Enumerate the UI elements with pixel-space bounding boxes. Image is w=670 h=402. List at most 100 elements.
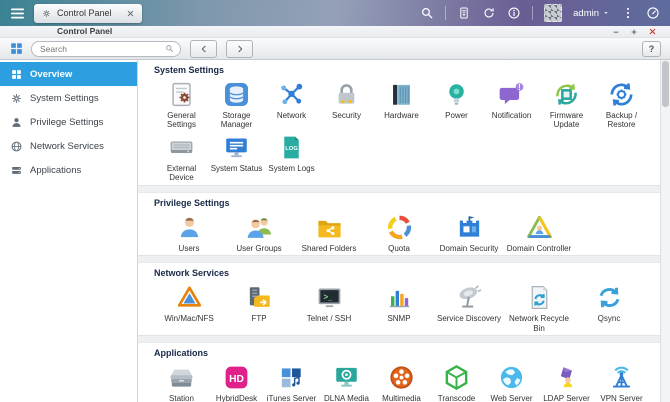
scrollbar-thumb[interactable]: [662, 61, 669, 107]
app-item-general-settings[interactable]: General Settings: [154, 79, 209, 130]
app-item-notification[interactable]: !Notification: [484, 79, 539, 130]
close-window-icon[interactable]: [648, 27, 657, 36]
privilege-settings-icon: [10, 116, 23, 129]
main-area: OverviewSystem SettingsPrivilege Setting…: [0, 60, 670, 402]
app-item-backup-restore[interactable]: Backup / Restore: [594, 79, 649, 130]
app-item-label: Security: [319, 111, 374, 120]
app-item-label: Shared Folders: [294, 244, 364, 253]
user-menu[interactable]: admin: [573, 8, 610, 19]
ftp-icon: [224, 282, 294, 313]
app-item-label: Telnet / SSH: [294, 314, 364, 323]
app-item-label: LDAP Server: [539, 394, 594, 402]
section-divider: [138, 185, 670, 193]
app-item-system-status[interactable]: System Status: [209, 132, 264, 183]
search-magnifier-icon: [165, 44, 174, 53]
app-item-label: iTunes Server: [264, 394, 319, 402]
app-item-label: Qsync: [574, 314, 644, 323]
app-item-label: Service Discovery: [434, 314, 504, 323]
app-item-system-logs[interactable]: LOG System Logs: [264, 132, 319, 183]
section-title: Privilege Settings: [154, 198, 664, 208]
app-item-station-manager[interactable]: Station Manager: [154, 362, 209, 402]
app-item-label: Storage Manager: [209, 111, 264, 130]
app-item-label: Firmware Update: [539, 111, 594, 130]
users-icon: [154, 212, 224, 243]
content-sections: System Settings General SettingsStorage M…: [138, 60, 670, 402]
app-item-vpn-server[interactable]: VPN Server: [594, 362, 649, 402]
app-item-snmp[interactable]: SNMP: [364, 282, 434, 333]
section-title: System Settings: [154, 65, 664, 75]
hybriddesk-station-icon: HD: [209, 362, 264, 393]
app-item-itunes-server[interactable]: iTunes Server: [264, 362, 319, 402]
main-menu-icon[interactable]: [9, 5, 26, 22]
app-item-dlna-media-server[interactable]: DLNA Media Server: [319, 362, 374, 402]
notifications-icon[interactable]: [482, 6, 496, 20]
app-item-firmware-update[interactable]: Firmware Update: [539, 79, 594, 130]
app-item-network-recycle-bin[interactable]: Network Recycle Bin: [504, 282, 574, 333]
sidebar-item-network-services[interactable]: Network Services: [0, 134, 137, 158]
tab-control-panel[interactable]: Control Panel: [34, 4, 142, 23]
minimize-icon[interactable]: [612, 28, 620, 36]
tab-close-icon[interactable]: [126, 9, 135, 18]
app-item-security[interactable]: Security: [319, 79, 374, 130]
dashboard-icon[interactable]: [646, 6, 660, 20]
help-button[interactable]: ?: [642, 41, 661, 57]
app-item-label: Multimedia Management: [374, 394, 429, 402]
app-item-multimedia-management[interactable]: Multimedia Management: [374, 362, 429, 402]
itunes-server-icon: [264, 362, 319, 393]
sidebar-item-overview[interactable]: Overview: [0, 62, 137, 86]
sidebar-item-privilege-settings[interactable]: Privilege Settings: [0, 110, 137, 134]
section-privilege-settings: Privilege Settings UsersUser GroupsShared…: [138, 193, 670, 255]
app-item-user-groups[interactable]: User Groups: [224, 212, 294, 253]
sidebar-item-system-settings[interactable]: System Settings: [0, 86, 137, 110]
search-icon[interactable]: [420, 6, 434, 20]
svg-text:LOG: LOG: [285, 146, 298, 152]
shared-folders-icon: [294, 212, 364, 243]
sidebar-item-label: Network Services: [30, 141, 104, 152]
app-item-domain-controller[interactable]: Domain Controller: [504, 212, 574, 253]
user-groups-icon: [224, 212, 294, 243]
firmware-update-icon: [539, 79, 594, 110]
app-item-quota[interactable]: Quota: [364, 212, 434, 253]
background-tasks-icon[interactable]: [457, 6, 471, 20]
back-button[interactable]: [190, 40, 217, 58]
view-mode-button[interactable]: [9, 41, 24, 56]
avatar[interactable]: [544, 4, 562, 22]
app-item-label: User Groups: [224, 244, 294, 253]
search-input[interactable]: [38, 43, 165, 55]
more-menu-icon[interactable]: [621, 6, 635, 20]
app-item-domain-security[interactable]: Domain Security: [434, 212, 504, 253]
app-item-label: System Logs: [264, 164, 319, 173]
app-item-telnet-ssh[interactable]: >_Telnet / SSH: [294, 282, 364, 333]
app-item-win-mac-nfs[interactable]: Win/Mac/NFS: [154, 282, 224, 333]
overview-icon: [10, 68, 23, 81]
app-item-users[interactable]: Users: [154, 212, 224, 253]
sidebar-item-applications[interactable]: Applications: [0, 158, 137, 182]
sidebar-item-label: Privilege Settings: [30, 117, 103, 128]
app-item-label: VPN Server: [594, 394, 649, 402]
app-item-web-server[interactable]: Web Server: [484, 362, 539, 402]
app-item-storage-manager[interactable]: Storage Manager: [209, 79, 264, 130]
app-item-service-discovery[interactable]: Service Discovery: [434, 282, 504, 333]
forward-button[interactable]: [226, 40, 253, 58]
search-box[interactable]: [31, 41, 181, 57]
app-item-power[interactable]: Power: [429, 79, 484, 130]
app-item-transcode-management[interactable]: Transcode Management: [429, 362, 484, 402]
scrollbar[interactable]: [660, 60, 670, 402]
app-item-hybriddesk-station[interactable]: HDHybridDesk Station: [209, 362, 264, 402]
app-item-external-device[interactable]: External Device: [154, 132, 209, 183]
app-item-shared-folders[interactable]: Shared Folders: [294, 212, 364, 253]
app-item-ftp[interactable]: FTP: [224, 282, 294, 333]
window-title: Control Panel: [57, 27, 112, 36]
app-item-qsync[interactable]: Qsync: [574, 282, 644, 333]
app-item-label: Quota: [364, 244, 434, 253]
section-applications: ApplicationsStation ManagerHDHybridDesk …: [138, 343, 670, 402]
app-item-network[interactable]: Network: [264, 79, 319, 130]
external-device-icon: [154, 132, 209, 163]
storage-manager-icon: [209, 79, 264, 110]
app-item-hardware[interactable]: Hardware: [374, 79, 429, 130]
app-item-ldap-server[interactable]: LDAP Server: [539, 362, 594, 402]
app-item-label: Users: [154, 244, 224, 253]
maximize-icon[interactable]: [630, 28, 638, 36]
info-icon[interactable]: [507, 6, 521, 20]
svg-text:!: !: [518, 83, 521, 92]
